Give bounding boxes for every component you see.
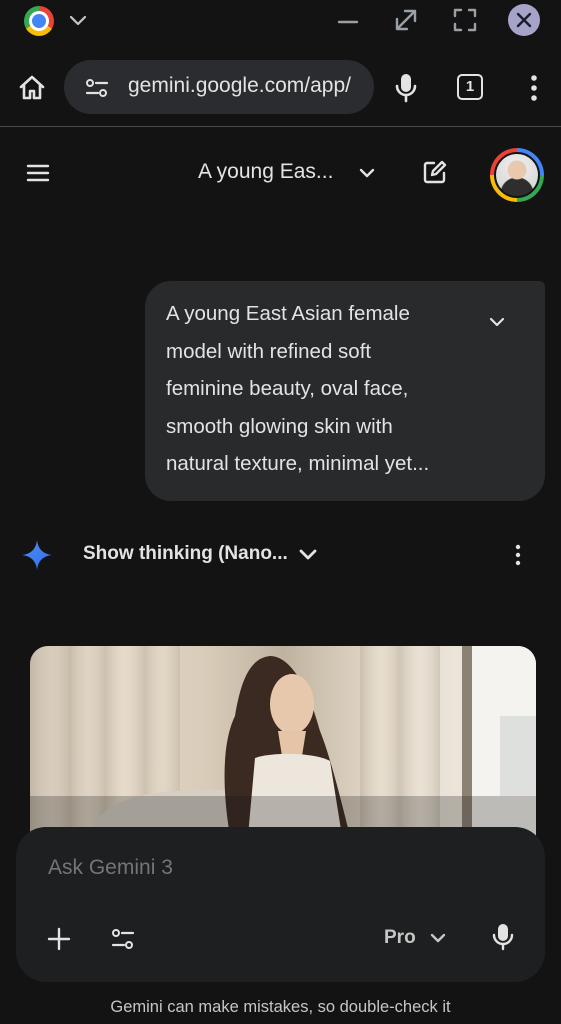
gemini-sparkle-icon [21, 539, 53, 571]
add-attachment-plus-icon[interactable] [46, 926, 72, 952]
site-settings-icon[interactable] [84, 75, 110, 101]
response-more-options-icon[interactable] [507, 542, 529, 568]
prompt-line: smooth glowing skin with [166, 415, 393, 438]
tab-strip-chevron-down-icon[interactable] [66, 8, 90, 32]
model-selector[interactable]: Pro [384, 927, 416, 949]
chrome-logo-icon[interactable] [24, 6, 54, 36]
url-text[interactable]: gemini.google.com/app/ [128, 74, 351, 98]
avatar [494, 152, 540, 198]
tab-switcher-button[interactable]: 1 [457, 74, 483, 100]
account-avatar[interactable] [490, 148, 544, 202]
browser-menu-icon[interactable] [521, 73, 547, 103]
generated-image[interactable] [30, 646, 536, 836]
minimize-icon[interactable] [334, 8, 362, 36]
fullscreen-icon[interactable] [451, 6, 479, 34]
prompt-line: feminine beauty, oval face, [166, 377, 409, 400]
chat-title[interactable]: A young Eas... [198, 160, 333, 184]
disclaimer-text: Gemini can make mistakes, so double-chec… [110, 998, 451, 1016]
voice-input-mic-icon[interactable] [490, 922, 516, 952]
home-icon[interactable] [17, 73, 47, 103]
model-chevron-down-icon[interactable] [426, 926, 450, 950]
ask-gemini-input[interactable] [48, 856, 348, 880]
main-menu-icon[interactable] [25, 161, 51, 185]
prompt-composer [16, 827, 545, 982]
expand-prompt-chevron-down-icon[interactable] [485, 310, 509, 334]
new-chat-edit-icon[interactable] [421, 158, 449, 186]
resize-diagonal-icon[interactable] [392, 6, 420, 34]
chat-title-chevron-down-icon[interactable] [354, 160, 380, 186]
show-thinking-toggle[interactable]: Show thinking (Nano... [83, 543, 288, 565]
prompt-line: natural texture, minimal yet... [166, 452, 430, 475]
tools-icon[interactable] [110, 926, 136, 952]
prompt-line: A young East Asian female [166, 302, 410, 325]
close-window-icon[interactable] [508, 4, 540, 36]
voice-search-mic-icon[interactable] [392, 72, 420, 104]
prompt-line: model with refined soft [166, 340, 372, 363]
show-thinking-chevron-down-icon[interactable] [295, 541, 321, 567]
